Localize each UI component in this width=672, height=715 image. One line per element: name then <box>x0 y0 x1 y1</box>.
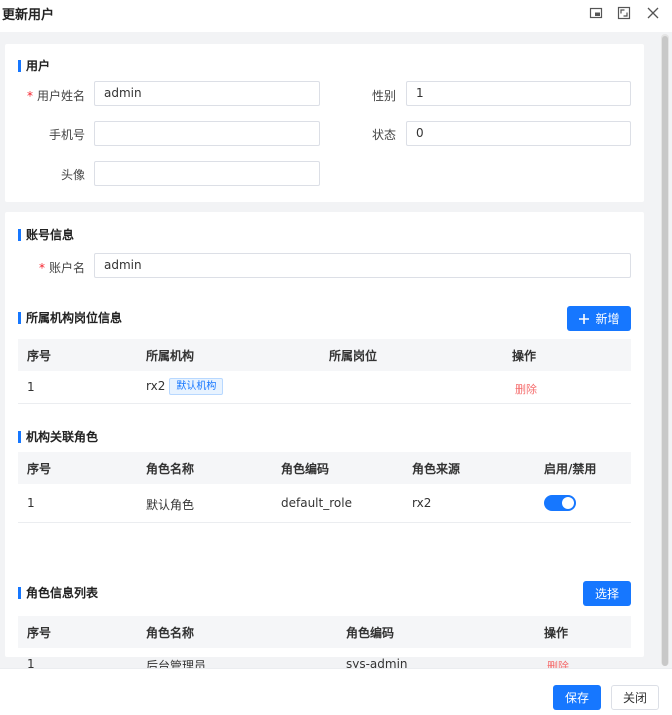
col-role-code: 角色编码 <box>346 626 395 640</box>
row-role-name: 后台管理员 <box>146 659 207 668</box>
delete-org-link[interactable]: 删除 <box>515 381 537 397</box>
row-index: 1 <box>27 657 35 668</box>
col-role-name: 角色名称 <box>146 462 195 476</box>
user-name-label-text: 用户姓名 <box>36 89 85 103</box>
default-org-badge: 默认机构 <box>169 378 224 395</box>
user-name-input[interactable]: admin <box>94 81 320 106</box>
user-section-title: 用户 <box>18 60 50 72</box>
phone-label: 手机号 <box>48 128 85 142</box>
close-icon[interactable] <box>645 5 661 21</box>
restore-window-icon[interactable] <box>588 5 604 21</box>
account-name-input[interactable]: admin <box>94 253 631 278</box>
row-org-name: rx2 <box>146 379 166 393</box>
required-mark: * <box>26 89 33 103</box>
select-role-button[interactable]: 选择 <box>583 581 631 606</box>
save-button[interactable]: 保存 <box>553 685 601 710</box>
fullscreen-icon[interactable] <box>616 5 632 21</box>
table-row: 1 rx2 默认机构 删除 <box>18 371 631 404</box>
col-index: 序号 <box>27 349 52 363</box>
toggle-knob <box>562 497 574 509</box>
role-enable-toggle[interactable] <box>544 495 576 511</box>
dialog-body: 用户 * 用户姓名 admin 性别 1 手机号 状态 0 头像 账号信息 * 账户… <box>0 32 672 668</box>
table-row: 1 默认角色 default_role rx2 <box>18 484 631 523</box>
add-org-button[interactable]: 新增 <box>567 306 631 331</box>
col-enable: 启用/禁用 <box>544 462 597 476</box>
col-role-code: 角色编码 <box>281 462 330 476</box>
row-index: 1 <box>27 380 35 394</box>
col-action: 操作 <box>544 626 569 640</box>
dialog-title: 更新用户 <box>2 8 55 23</box>
account-card: 账号信息 * 账户名 admin 所属机构岗位信息 新增 序号 所属机构 所属岗位… <box>5 212 644 668</box>
col-index: 序号 <box>27 462 52 476</box>
delete-role-link[interactable]: 删除 <box>547 658 569 668</box>
org-role-table: 序号 角色名称 角色编码 角色来源 启用/禁用 1 默认角色 default_r… <box>18 452 631 524</box>
row-role-name: 默认角色 <box>146 498 195 512</box>
row-role-code: sys-admin <box>346 657 408 668</box>
table-row: 1 后台管理员 sys-admin 删除 <box>18 648 631 668</box>
add-org-button-label: 新增 <box>595 312 620 326</box>
col-org: 所属机构 <box>146 349 195 363</box>
role-list-table-header: 序号 角色名称 角色编码 操作 <box>18 616 631 648</box>
col-role-source: 角色来源 <box>412 462 461 476</box>
scrollbar-thumb[interactable] <box>662 36 668 666</box>
role-list-table: 序号 角色名称 角色编码 操作 1 后台管理员 sys-admin 删除 <box>18 616 631 668</box>
status-label: 状态 <box>371 128 396 142</box>
avatar-input[interactable] <box>94 161 320 186</box>
gender-input[interactable]: 1 <box>406 81 631 106</box>
vertical-scrollbar[interactable] <box>661 34 669 666</box>
row-role-code: default_role <box>281 496 352 510</box>
required-mark: * <box>38 261 45 275</box>
status-input[interactable]: 0 <box>406 121 631 146</box>
role-list-section-title: 角色信息列表 <box>18 587 98 599</box>
dialog-footer: 保存 关闭 <box>0 668 672 715</box>
user-card: 用户 * 用户姓名 admin 性别 1 手机号 状态 0 头像 <box>5 44 644 202</box>
row-index: 1 <box>27 496 35 510</box>
col-index: 序号 <box>27 626 52 640</box>
org-table-header: 序号 所属机构 所属岗位 操作 <box>18 339 631 371</box>
org-role-table-header: 序号 角色名称 角色编码 角色来源 启用/禁用 <box>18 452 631 484</box>
phone-input[interactable] <box>94 121 320 146</box>
org-section-title: 所属机构岗位信息 <box>18 312 122 324</box>
gender-label: 性别 <box>371 89 396 103</box>
dialog-titlebar: 更新用户 <box>0 0 672 32</box>
account-name-label-text: 账户名 <box>48 261 85 275</box>
user-name-label: * 用户姓名 <box>25 87 85 104</box>
row-org: rx2 默认机构 <box>146 378 224 395</box>
plus-icon <box>579 313 590 324</box>
account-section-title: 账号信息 <box>18 229 74 241</box>
row-role-source: rx2 <box>412 496 432 510</box>
org-role-section-title: 机构关联角色 <box>18 431 98 443</box>
col-role-name: 角色名称 <box>146 626 195 640</box>
avatar-label: 头像 <box>60 168 85 182</box>
org-table: 序号 所属机构 所属岗位 操作 1 rx2 默认机构 删除 <box>18 339 631 404</box>
col-post: 所属岗位 <box>329 349 378 363</box>
col-action: 操作 <box>512 349 537 363</box>
close-button[interactable]: 关闭 <box>611 685 659 710</box>
account-name-label: * 账户名 <box>25 259 85 276</box>
